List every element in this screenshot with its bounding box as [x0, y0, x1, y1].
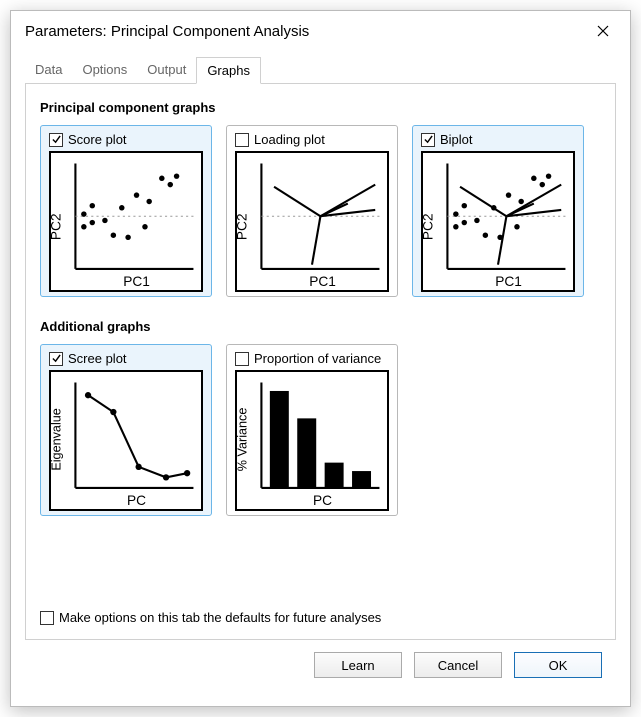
- dialog-footer: Learn Cancel OK: [25, 640, 616, 692]
- card-label: Loading plot: [254, 132, 325, 147]
- card-head: Score plot: [49, 132, 203, 147]
- checkbox-biplot[interactable]: [421, 133, 435, 147]
- card-label: Biplot: [440, 132, 473, 147]
- card-label: Scree plot: [68, 351, 127, 366]
- svg-text:PC1: PC1: [309, 274, 336, 289]
- learn-button[interactable]: Learn: [314, 652, 402, 678]
- card-loading-plot[interactable]: Loading plot PC2 PC1: [226, 125, 398, 297]
- card-head: Scree plot: [49, 351, 203, 366]
- ok-button[interactable]: OK: [514, 652, 602, 678]
- tab-graphs[interactable]: Graphs: [196, 57, 261, 84]
- card-variance-plot[interactable]: Proportion of variance % Variance PC: [226, 344, 398, 516]
- card-label: Score plot: [68, 132, 127, 147]
- card-head: Loading plot: [235, 132, 389, 147]
- principal-graph-row: Score plot PC2 PC1: [40, 125, 601, 297]
- svg-text:PC1: PC1: [123, 274, 150, 289]
- card-biplot[interactable]: Biplot PC2 PC1: [412, 125, 584, 297]
- score-plot-thumb: PC2 PC1: [49, 151, 203, 292]
- checkbox-variance-plot[interactable]: [235, 352, 249, 366]
- window-close-button[interactable]: [586, 19, 620, 43]
- card-label: Proportion of variance: [254, 351, 381, 366]
- svg-text:PC1: PC1: [495, 274, 522, 289]
- close-icon: [597, 25, 609, 37]
- card-head: Proportion of variance: [235, 351, 389, 366]
- scree-plot-thumb: Eigenvalue PC: [49, 370, 203, 511]
- section-additional-title: Additional graphs: [40, 319, 601, 334]
- content-area: Data Options Output Graphs Principal com…: [11, 51, 630, 706]
- defaults-label: Make options on this tab the defaults fo…: [59, 610, 381, 625]
- svg-text:% Variance: % Variance: [236, 408, 250, 472]
- tab-strip: Data Options Output Graphs: [25, 57, 616, 84]
- additional-graph-row: Scree plot Eigenvalue PC: [40, 344, 601, 516]
- svg-text:PC: PC: [127, 493, 146, 508]
- section-principal-title: Principal component graphs: [40, 100, 601, 115]
- cancel-button[interactable]: Cancel: [414, 652, 502, 678]
- tab-options[interactable]: Options: [72, 57, 137, 84]
- card-head: Biplot: [421, 132, 575, 147]
- checkbox-loading-plot[interactable]: [235, 133, 249, 147]
- checkbox-make-defaults[interactable]: [40, 611, 54, 625]
- defaults-row: Make options on this tab the defaults fo…: [40, 610, 381, 625]
- svg-text:PC2: PC2: [49, 213, 64, 240]
- biplot-thumb: PC2 PC1: [421, 151, 575, 292]
- card-scree-plot[interactable]: Scree plot Eigenvalue PC: [40, 344, 212, 516]
- window-title: Parameters: Principal Component Analysis: [25, 23, 309, 40]
- tab-panel-graphs: Principal component graphs Score plot PC…: [25, 84, 616, 640]
- dialog-window: Parameters: Principal Component Analysis…: [10, 10, 631, 707]
- svg-text:PC2: PC2: [235, 213, 250, 240]
- loading-plot-thumb: PC2 PC1: [235, 151, 389, 292]
- svg-text:PC2: PC2: [421, 213, 436, 240]
- checkbox-scree-plot[interactable]: [49, 352, 63, 366]
- checkbox-score-plot[interactable]: [49, 133, 63, 147]
- tab-output[interactable]: Output: [137, 57, 196, 84]
- card-score-plot[interactable]: Score plot PC2 PC1: [40, 125, 212, 297]
- titlebar: Parameters: Principal Component Analysis: [11, 11, 630, 51]
- tab-data[interactable]: Data: [25, 57, 72, 84]
- variance-plot-thumb: % Variance PC: [235, 370, 389, 511]
- svg-text:Eigenvalue: Eigenvalue: [50, 408, 64, 470]
- svg-text:PC: PC: [313, 493, 332, 508]
